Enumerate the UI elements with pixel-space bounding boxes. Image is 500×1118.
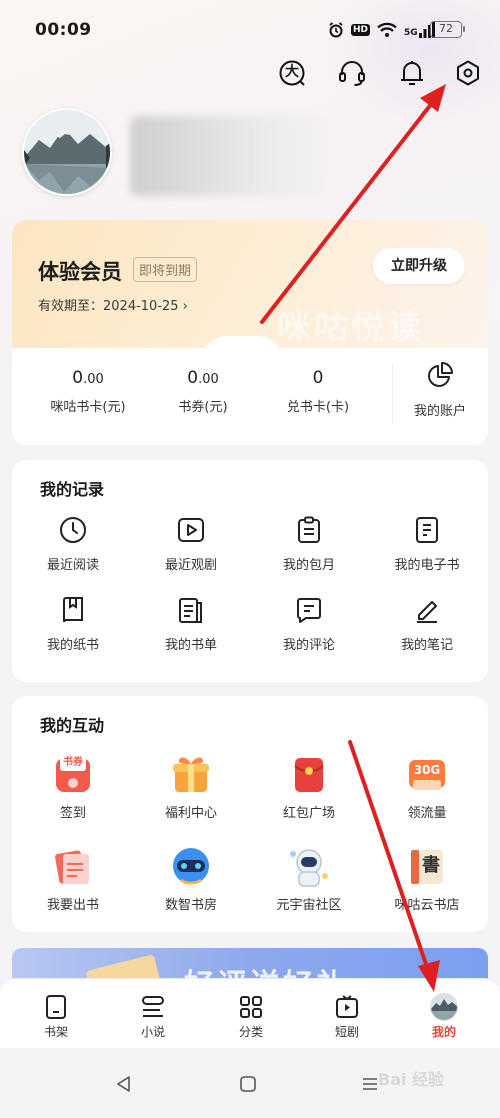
back-triangle-icon: [117, 1076, 130, 1092]
settings-button[interactable]: [450, 55, 486, 91]
customer-service-icon: [339, 61, 365, 86]
vip-card: 体验会员 即将到期 有效期至：2024-10-25 › 立即升级 咪咕悦读 0.…: [12, 220, 488, 445]
tab-novel[interactable]: 小说: [113, 993, 193, 1040]
interaction-digital-study[interactable]: 数智书房: [132, 842, 250, 913]
my-account-button[interactable]: 我的账户: [400, 360, 480, 419]
record-notes[interactable]: 我的笔记: [368, 594, 486, 653]
nav-home-button[interactable]: [236, 1074, 260, 1094]
records-title: 我的记录: [40, 480, 105, 499]
profile-avatar-icon: [430, 993, 458, 1021]
settings-icon: [457, 60, 479, 86]
divider: [392, 364, 393, 424]
upgrade-button[interactable]: 立即升级: [373, 248, 465, 284]
record-monthly[interactable]: 我的包月: [250, 514, 368, 573]
vr-headset-icon: [173, 848, 209, 885]
tab-mine[interactable]: 我的: [404, 993, 484, 1040]
avatar[interactable]: [22, 108, 112, 196]
record-recent-drama[interactable]: 最近观剧: [132, 514, 250, 573]
interaction-title: 我的互动: [40, 716, 105, 735]
stat-book-coupon[interactable]: 0.00 书券(元): [153, 368, 253, 415]
nav-back-button[interactable]: [112, 1074, 136, 1094]
account-label: 我的账户: [413, 404, 466, 419]
vip-title: 体验会员: [38, 260, 122, 284]
short-drama-icon: [336, 995, 358, 1018]
novel-icon: [142, 996, 164, 1017]
battery-indicator: 72: [430, 21, 465, 38]
record-booklist[interactable]: 我的书单: [132, 594, 250, 653]
interaction-red-envelope[interactable]: 红包广场: [250, 750, 368, 821]
interaction-metaverse[interactable]: 元宇宙社区: [250, 842, 368, 913]
bell-icon: [401, 61, 423, 85]
interaction-cloud-bookstore[interactable]: 書 咪咕云书店: [368, 842, 486, 913]
publish-book-icon: [55, 850, 89, 884]
interaction-publish[interactable]: 我要出书: [14, 842, 132, 913]
menu-lines-icon: [363, 1078, 377, 1090]
paper-book-icon: [63, 597, 83, 623]
status-time: 00:09: [35, 20, 92, 40]
checkin-coupon-icon: 书券: [51, 752, 95, 796]
data-traffic-icon: 30G: [403, 750, 451, 798]
pen-note-icon: [417, 601, 437, 623]
clock-icon: [60, 517, 86, 543]
records-card: 我的记录 最近阅读 最近观剧 我的包月 我的电子书 我的纸书 我的书单 我的评论…: [12, 460, 488, 682]
stat-exchange-card[interactable]: 0 兑书卡(卡): [268, 368, 368, 415]
vip-banner[interactable]: 体验会员 即将到期 有效期至：2024-10-25 › 立即升级 咪咕悦读: [12, 220, 488, 348]
bottom-tab-bar: 书架 小说 分类 短剧 我的: [0, 978, 500, 1048]
tab-category[interactable]: 分类: [211, 993, 291, 1040]
ebook-icon: [416, 517, 438, 543]
migu-watermark: 咪咕悦读: [277, 308, 425, 348]
status-icons: HD 5G: [328, 20, 435, 40]
font-size-icon: 大: [278, 59, 306, 87]
baidu-watermark: Bai 经验: [378, 1070, 445, 1089]
stat-label: 咪咕书卡(元): [50, 400, 126, 415]
notification-button[interactable]: [394, 55, 430, 91]
tab-short-drama[interactable]: 短剧: [307, 993, 387, 1040]
hd-badge: HD: [351, 24, 371, 36]
record-paper-books[interactable]: 我的纸书: [14, 594, 132, 653]
font-size-glyph: 大: [285, 64, 299, 80]
clipboard-icon: [298, 516, 320, 543]
bookshelf-icon: [46, 995, 66, 1019]
username-blurred: [130, 116, 330, 196]
pie-chart-icon: [428, 362, 453, 387]
stat-label: 兑书卡(卡): [286, 400, 350, 415]
home-square-icon: [240, 1076, 256, 1092]
tab-bookshelf[interactable]: 书架: [16, 993, 96, 1040]
astronaut-icon: [290, 849, 328, 887]
interaction-card: 我的互动 书券 签到 福利中心 红包广场 30G 领流量 我要出书 数智书房 元…: [12, 696, 488, 932]
category-grid-icon: [240, 996, 262, 1018]
interaction-checkin[interactable]: 书券 签到: [14, 750, 132, 821]
vip-expiry-date[interactable]: 有效期至：2024-10-25 ›: [38, 295, 188, 314]
cloud-bookstore-icon: 書: [403, 842, 451, 890]
interaction-welfare[interactable]: 福利中心: [132, 750, 250, 821]
record-comments[interactable]: 我的评论: [250, 594, 368, 653]
profile-header: [22, 108, 492, 198]
status-bar: 00:09 HD 5G 72: [0, 0, 500, 60]
booklist-icon: [179, 598, 202, 623]
comment-icon: [297, 598, 321, 623]
record-ebooks[interactable]: 我的电子书: [368, 514, 486, 573]
balance-stats: 0.00 咪咕书卡(元) 0.00 书券(元) 0 兑书卡(卡) 我的账户: [12, 348, 488, 445]
interaction-traffic[interactable]: 30G 领流量: [368, 750, 486, 821]
stat-migu-card[interactable]: 0.00 咪咕书卡(元): [38, 368, 138, 415]
vip-expiring-badge: 即将到期: [133, 257, 198, 282]
red-envelope-icon: [294, 758, 324, 792]
record-recent-reading[interactable]: 最近阅读: [14, 514, 132, 573]
stat-label: 书券(元): [178, 400, 228, 415]
customer-service-button[interactable]: [334, 55, 370, 91]
header-actions: 大: [0, 55, 500, 95]
font-size-button[interactable]: 大: [274, 55, 310, 91]
gift-box-icon: [173, 757, 209, 792]
wifi-icon: [377, 22, 397, 37]
video-play-icon: [178, 518, 204, 542]
alarm-icon: [329, 22, 343, 38]
